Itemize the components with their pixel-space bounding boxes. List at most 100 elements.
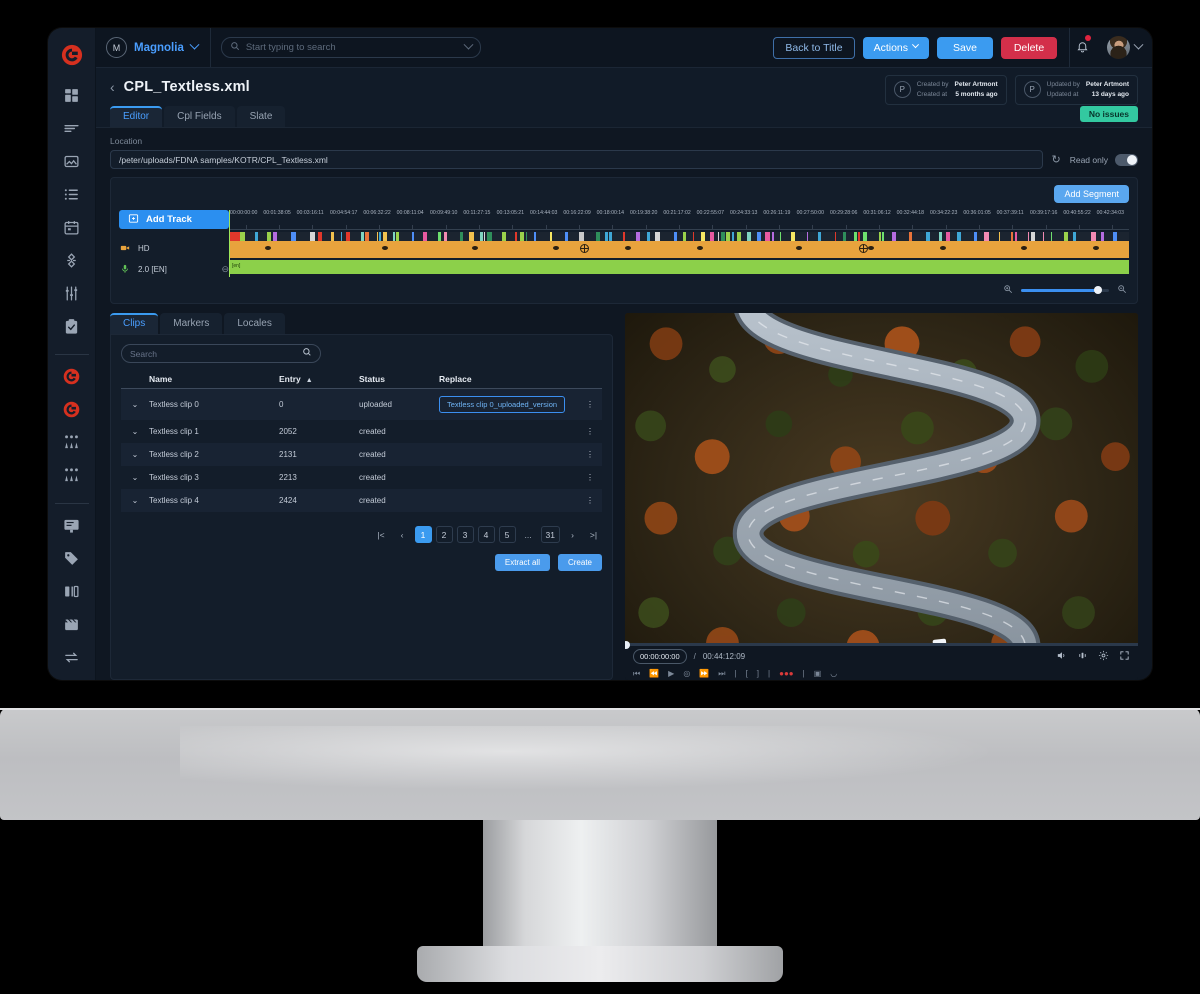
clip-dot-marker[interactable] (1093, 246, 1099, 250)
timeline-video-track[interactable] (229, 232, 1129, 258)
zoom-slider-knob[interactable] (1094, 286, 1102, 294)
zoom-out-icon[interactable] (1117, 284, 1127, 297)
notifications-button[interactable] (1069, 28, 1099, 67)
clip-split-marker[interactable] (580, 244, 589, 253)
pagination-page-3[interactable]: 3 (457, 526, 474, 543)
step-forward-icon[interactable]: ⏩ (699, 669, 709, 678)
sidebar-item-node[interactable] (55, 249, 89, 271)
volume-icon[interactable] (1056, 650, 1067, 664)
track-header-video[interactable]: HD (119, 241, 229, 256)
expand-row-icon[interactable]: ⌄ (121, 466, 149, 489)
pagination-page-1[interactable]: 1 (415, 526, 432, 543)
step-back-icon[interactable]: ⏪ (649, 669, 659, 678)
track-header-audio[interactable]: 2.0 [EN] ⊖ (119, 262, 229, 277)
fullscreen-icon[interactable] (1119, 650, 1130, 664)
location-input[interactable] (110, 150, 1043, 169)
sidebar-item-mixer-2[interactable] (55, 465, 89, 487)
sidebar-item-image[interactable] (55, 150, 89, 172)
player-scrub-handle[interactable] (625, 641, 630, 649)
sidebar-item-brand-red[interactable] (55, 365, 89, 387)
tenant-switcher[interactable]: M Magnolia (106, 28, 211, 67)
expand-row-icon[interactable]: ⌄ (121, 489, 149, 512)
clip-dot-marker[interactable] (868, 246, 874, 250)
table-row[interactable]: ⌄ Textless clip 2 2131 created ⋮ (121, 443, 602, 466)
timeline-playhead[interactable] (229, 210, 230, 277)
save-button[interactable]: Save (937, 37, 993, 59)
extract-all-button[interactable]: Extract all (495, 554, 550, 571)
remove-track-icon[interactable]: ⊖ (221, 264, 229, 275)
sidebar-item-compare[interactable] (55, 581, 89, 603)
search-icon[interactable] (302, 347, 312, 360)
sidebar-item-clipboard-check[interactable] (55, 316, 89, 338)
clip-dot-marker[interactable] (796, 246, 802, 250)
pagination-next[interactable]: › (564, 526, 581, 543)
refresh-icon[interactable]: ↻ (1052, 153, 1061, 166)
global-search[interactable] (221, 37, 481, 58)
video-frame[interactable] (625, 313, 1138, 643)
expand-row-icon[interactable]: ⌄ (121, 443, 149, 466)
sidebar-item-brand-red-2[interactable] (55, 399, 89, 421)
mark-icon[interactable]: ◎ (683, 669, 690, 678)
brand-logo-icon[interactable] (61, 44, 83, 66)
clip-dot-marker[interactable] (697, 246, 703, 250)
read-only-control[interactable]: Read only (1070, 154, 1138, 166)
tab-locales[interactable]: Locales (224, 313, 284, 334)
create-button[interactable]: Create (558, 554, 602, 571)
th-entry[interactable]: Entry ▲ (279, 371, 359, 389)
bracket-in-icon[interactable]: [ (746, 669, 748, 678)
th-name[interactable]: Name (149, 371, 279, 389)
user-menu[interactable] (1107, 36, 1142, 59)
play-icon[interactable]: ▶ (668, 669, 674, 678)
replace-chip[interactable]: Textless clip 0_uploaded_version (439, 396, 565, 413)
back-arrow-icon[interactable]: ‹ (110, 80, 115, 94)
snapshot-icon[interactable]: ▣ (814, 669, 822, 678)
row-menu-icon[interactable]: ⋮ (578, 489, 602, 512)
search-input[interactable] (246, 42, 459, 53)
tab-cpl-fields[interactable]: Cpl Fields (164, 106, 234, 127)
actions-button[interactable]: Actions (863, 37, 929, 59)
tab-clips[interactable]: Clips (110, 313, 158, 334)
th-status[interactable]: Status (359, 371, 439, 389)
sidebar-item-mixer[interactable] (55, 432, 89, 454)
clips-search[interactable] (121, 344, 321, 363)
row-menu-icon[interactable]: ⋮ (578, 389, 602, 421)
th-replace[interactable]: Replace (439, 371, 578, 389)
sidebar-item-dashboard[interactable] (55, 84, 89, 106)
row-menu-icon[interactable]: ⋮ (578, 420, 602, 443)
clip-split-marker[interactable] (859, 244, 868, 253)
timeline-tracks[interactable]: 00:00:00:00 00:01:38:05 00:03:16:11 00:04:5… (229, 210, 1129, 277)
row-menu-icon[interactable]: ⋮ (578, 443, 602, 466)
add-segment-button[interactable]: Add Segment (1054, 185, 1129, 203)
sidebar-item-loop[interactable] (55, 647, 89, 669)
sidebar-item-monitor[interactable] (55, 515, 89, 537)
magnet-icon[interactable]: ◡ (830, 669, 837, 678)
clip-dot-marker[interactable] (625, 246, 631, 250)
delete-button[interactable]: Delete (1001, 37, 1057, 59)
sidebar-item-calendar[interactable] (55, 216, 89, 238)
pagination-page-2[interactable]: 2 (436, 526, 453, 543)
sidebar-item-sliders[interactable] (55, 283, 89, 305)
read-only-toggle[interactable] (1115, 154, 1138, 166)
current-timecode[interactable]: 00:00:00:00 (633, 649, 687, 664)
tab-markers[interactable]: Markers (160, 313, 222, 334)
player-transport-bar[interactable]: ⏮ ⏪ ▶ ◎ ⏩ ⏭ | [ ] | ●●● | ▣ ◡ (625, 667, 1138, 680)
table-row[interactable]: ⌄ Textless clip 1 2052 created ⋮ (121, 420, 602, 443)
clip-dot-marker[interactable] (265, 246, 271, 250)
chevron-down-icon[interactable] (463, 40, 473, 50)
zoom-in-icon[interactable] (1003, 284, 1013, 297)
bracket-out-icon[interactable]: ] (757, 669, 759, 678)
skip-start-icon[interactable]: ⏮ (633, 669, 640, 679)
pagination-first[interactable]: |< (373, 526, 390, 543)
sidebar-item-lines[interactable] (55, 117, 89, 139)
expand-row-icon[interactable]: ⌄ (121, 389, 149, 421)
timeline-ruler[interactable]: 00:00:00:00 00:01:38:05 00:03:16:11 00:04:5… (229, 210, 1129, 230)
back-to-title-button[interactable]: Back to Title (773, 37, 854, 59)
pagination-page-31[interactable]: 31 (541, 526, 560, 543)
skip-end-icon[interactable]: ⏭ (718, 669, 725, 679)
sidebar-item-film[interactable] (55, 614, 89, 636)
clip-dot-marker[interactable] (382, 246, 388, 250)
pagination-page-5[interactable]: 5 (499, 526, 516, 543)
sidebar-item-list[interactable] (55, 183, 89, 205)
table-row[interactable]: ⌄ Textless clip 4 2424 created ⋮ (121, 489, 602, 512)
tab-slate[interactable]: Slate (237, 106, 286, 127)
